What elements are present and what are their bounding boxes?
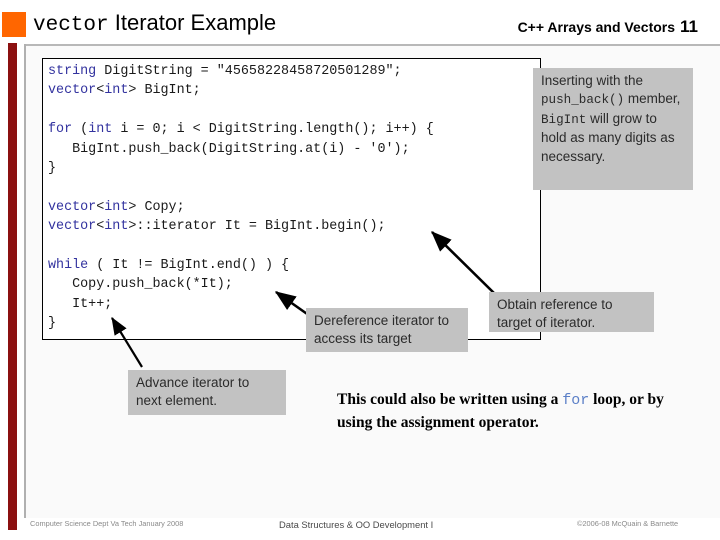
course-name: C++ Arrays and Vectors — [517, 19, 676, 35]
callout-insert-mono1: push_back() — [541, 93, 625, 108]
slide-canvas: vector Iterator Example C++ Arrays and V… — [0, 0, 720, 540]
note-mono-keyword: for — [562, 392, 590, 409]
left-red-rail — [8, 43, 17, 530]
callout-dereference: Dereference iterator to access its targe… — [306, 308, 468, 352]
code-listing: string DigitString = "456582284587205012… — [48, 64, 434, 332]
callout-insert-mono2: BigInt — [541, 112, 587, 127]
page-title-rest: Iterator Example — [108, 10, 277, 35]
page-title: vector Iterator Example — [33, 10, 276, 37]
body-note: This could also be written using a for l… — [337, 389, 687, 434]
callout-insert-text2: member, — [624, 91, 681, 107]
footer-left: Computer Science Dept Va Tech January 20… — [30, 519, 184, 528]
callout-advance-iterator: Advance iterator to next element. — [128, 370, 286, 415]
header-accent-square — [2, 12, 26, 37]
page-title-mono: vector — [33, 14, 109, 37]
callout-insert-text1: Inserting with the — [541, 73, 644, 88]
digit-string-literal: 45658228458720501289 — [224, 64, 386, 79]
header-course-label: C++ Arrays and Vectors 11 — [518, 17, 698, 37]
footer-right: ©2006-08 McQuain & Barnette — [577, 519, 679, 528]
callout-inserting: Inserting with the push_back() member, B… — [533, 68, 693, 190]
callout-obtain-reference: Obtain reference to target of iterator. — [489, 292, 654, 332]
slide-number: 11 — [680, 17, 698, 36]
footer-center: Data Structures & OO Development I — [279, 519, 434, 530]
note-part1: This could also be written using a — [337, 391, 563, 408]
left-gray-rail — [24, 44, 26, 518]
